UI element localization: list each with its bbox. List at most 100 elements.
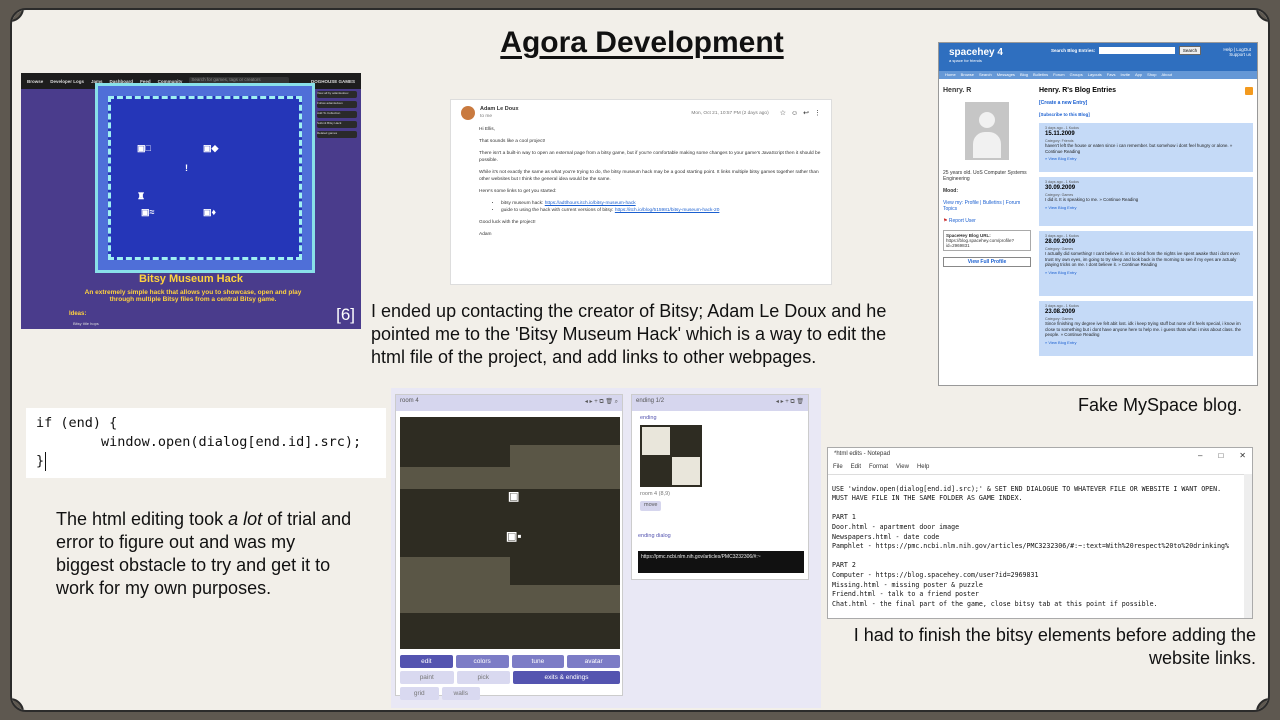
ending-location: room 4 (8,9) [640, 491, 670, 497]
email-paragraph: Here's some links to get you started: [479, 189, 557, 194]
nav-link[interactable]: Forum [1053, 72, 1065, 78]
sidebar-button[interactable]: Related games [317, 131, 357, 138]
minimize-icon[interactable]: – [1198, 451, 1202, 460]
editor-toolbar: edit colors tune avatar paint pick exits… [400, 655, 620, 703]
profile-name: Henry. R [943, 87, 972, 94]
star-icon[interactable]: ☆ [780, 110, 786, 117]
sprite-icon: ▣≈ [141, 207, 155, 217]
itch-screenshot: Browse Developer Logs Jams Dashboard Fee… [21, 73, 361, 329]
tab-colors[interactable]: colors [455, 655, 509, 668]
blog-title: Henry. R's Blog Entries [1039, 87, 1116, 94]
view-full-profile-button[interactable]: View Full Profile [943, 257, 1031, 267]
exclamation-icon: ! [185, 163, 188, 173]
guide-link[interactable]: https://itch.io/blog/515981/bitsy-museum… [615, 208, 720, 213]
ending-dialog-input[interactable]: https://pmc.ncbi.nlm.nih.gov/articles/PM… [638, 551, 804, 573]
menu-file[interactable]: File [833, 464, 843, 472]
nav-link[interactable]: Bulletins [1033, 72, 1048, 78]
view-entry-link[interactable]: » View Blog Entry [1045, 205, 1247, 210]
museum-hack-link[interactable]: https://adtlhours.itch.io/bitsy-museum-h… [545, 201, 636, 206]
blog-search-input[interactable] [1099, 47, 1175, 54]
nav-link[interactable]: Browse [961, 72, 974, 78]
reply-icon[interactable]: ↩ [803, 110, 809, 117]
sidebar-button[interactable]: View all by adamledoux [317, 91, 357, 98]
search-button[interactable]: Search [1179, 46, 1201, 55]
nav-link[interactable]: Invite [1120, 72, 1130, 78]
user-menu[interactable]: DOGHOUSE GAMES [311, 79, 355, 84]
paint-tool[interactable]: paint [400, 671, 454, 684]
sidebar-button[interactable]: Add To Collection [317, 111, 357, 118]
nav-link[interactable]: Messages [997, 72, 1015, 78]
bitsy-game-preview: ▣□ ▣◆ ! ♜ ▣≈ ▣♦ [95, 83, 315, 273]
sidebar-button[interactable]: Follow adamledoux [317, 101, 357, 108]
nav-link[interactable]: Home [945, 72, 956, 78]
recipient: to me [480, 114, 492, 119]
nav-link[interactable]: App [1135, 72, 1142, 78]
spacehey-logo[interactable]: spacehey 4a space for friends [949, 47, 1003, 63]
walls-toggle[interactable]: walls [441, 687, 480, 700]
nav-link[interactable]: Layouts [1088, 72, 1102, 78]
rss-icon[interactable] [1245, 87, 1253, 95]
view-my-links[interactable]: View my: Profile | Bulletins | Forum Top… [943, 200, 1031, 212]
sidebar-button[interactable]: Submit Bitsy Hack [317, 121, 357, 128]
email-signoff: Adam [479, 232, 492, 237]
move-button[interactable]: move [640, 501, 662, 511]
ending-counter[interactable]: ending 1/2 [636, 398, 664, 408]
game-description: An extremely simple hack that allows you… [84, 289, 302, 303]
view-entry-link[interactable]: » View Blog Entry [1045, 156, 1247, 161]
nav-link[interactable]: Blog [1020, 72, 1028, 78]
window-title: *html edits - Notepad [834, 451, 891, 457]
exits-endings-tool[interactable]: exits & endings [513, 671, 620, 684]
view-entry-link[interactable]: » View Blog Entry [1045, 270, 1247, 275]
ending-controls-icon[interactable]: ◂ ▸ + ⧉ 🗑 [776, 398, 804, 408]
menu-format[interactable]: Format [869, 464, 888, 472]
menu-view[interactable]: View [896, 464, 909, 472]
grid-toggle[interactable]: grid [400, 687, 439, 700]
room-canvas[interactable]: ▣ ▣▪ [400, 417, 620, 649]
room-name[interactable]: room 4 [400, 398, 419, 408]
close-icon[interactable]: ✕ [1239, 451, 1246, 460]
subscribe-link[interactable]: [Subscribe to this Blog] [1039, 112, 1253, 117]
nav-link[interactable]: Developer Logs [50, 79, 84, 84]
email-paragraph: That sounds like a cool project! [479, 139, 546, 144]
maximize-icon[interactable]: □ [1218, 451, 1223, 460]
tab-edit[interactable]: edit [400, 655, 453, 668]
ending-sprite: ▣ [508, 489, 520, 503]
corner-ornament [1256, 10, 1268, 22]
email-closing: Good luck with the project! [479, 220, 536, 225]
ending-thumbnail[interactable] [640, 425, 702, 487]
menu-edit[interactable]: Edit [851, 464, 861, 472]
tab-tune[interactable]: tune [511, 655, 565, 668]
pick-tool[interactable]: pick [456, 671, 510, 684]
bitsy-editor-screenshot: room 4 ◂ ▸ + ⧉ 🗑 ⌕ ▣ ▣▪ edit colors tune … [391, 388, 821, 708]
game-title: Bitsy Museum Hack [139, 273, 243, 285]
corner-ornament [12, 698, 24, 710]
mood-label: Mood: [943, 188, 958, 194]
notepad-text-area[interactable]: USE 'window.open(dialog[end.id].src);' &… [828, 474, 1252, 609]
emoji-icon[interactable]: ☺ [791, 110, 798, 117]
nav-link[interactable]: Favs [1107, 72, 1116, 78]
slide: Agora Development Browse Developer Logs … [10, 8, 1270, 712]
nav-link[interactable]: Browse [27, 79, 43, 84]
blog-url-box: SpaceHey Blog URL: https://blog.spacehey.… [943, 230, 1031, 251]
sprite-icon: ▣◆ [203, 143, 219, 153]
code-snippet: if (end) { window.open(dialog[end.id].sr… [26, 408, 386, 478]
sprite-icon: ▣♦ [203, 207, 217, 217]
myspace-nav: Home Browse Search Messages Blog Bulleti… [939, 71, 1257, 79]
nav-link[interactable]: Search [979, 72, 992, 78]
email-date: Mon, Oct 21, 10:57 PM (2 days ago) [691, 110, 769, 116]
nav-link[interactable]: Groups [1070, 72, 1083, 78]
scrollbar[interactable] [1244, 474, 1252, 618]
tab-avatar[interactable]: avatar [567, 655, 620, 668]
view-entry-link[interactable]: » View Blog Entry [1045, 340, 1247, 345]
contact-caption: I ended up contacting the creator of Bit… [371, 301, 887, 367]
room-controls-icon[interactable]: ◂ ▸ + ⧉ 🗑 ⌕ [585, 398, 618, 408]
nav-link[interactable]: Shop [1147, 72, 1156, 78]
sender-name: Adam Le Doux [480, 106, 519, 112]
create-entry-link[interactable]: [Create a new Entry] [1039, 100, 1253, 106]
avatar-sprite: ▣▪ [506, 529, 522, 543]
report-user-link[interactable]: ⚑ Report User [943, 218, 1031, 224]
menu-help[interactable]: Help [917, 464, 929, 472]
nav-link[interactable]: About [1161, 72, 1171, 78]
top-links[interactable]: Help | LogOut Support us [1223, 47, 1251, 57]
more-icon[interactable]: ⋮ [814, 110, 821, 117]
